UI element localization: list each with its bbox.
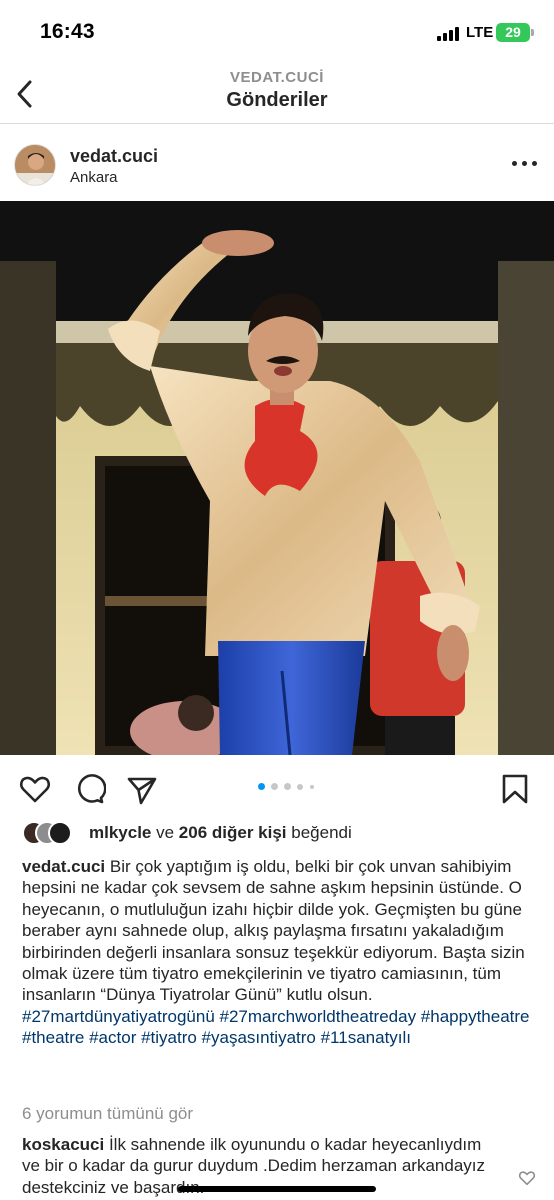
home-indicator <box>178 1186 376 1192</box>
likes-connector: ve <box>151 823 179 842</box>
post-header: vedat.cuci Ankara <box>0 132 554 198</box>
caption-text: Bir çok yaptığım iş oldu, belki bir çok … <box>22 857 525 1005</box>
post-caption: vedat.cuci Bir çok yaptığım iş oldu, bel… <box>22 856 542 1049</box>
comment-button[interactable] <box>72 772 107 806</box>
carousel-dot <box>271 783 278 790</box>
post-photo[interactable] <box>0 201 554 755</box>
carousel-dot <box>310 784 314 789</box>
bookmark-icon <box>502 774 528 804</box>
likes-suffix: beğendi <box>286 823 352 842</box>
heart-icon <box>19 776 51 803</box>
paper-plane-icon <box>127 777 157 805</box>
status-time: 16:43 <box>40 20 95 43</box>
post-image <box>0 201 554 755</box>
battery-level: 29 <box>505 24 521 40</box>
post-action-bar <box>0 764 554 814</box>
caption-hashtags[interactable]: #27martdünyatiyatrogünü #27marchworldthe… <box>22 1006 542 1049</box>
page-title: Gönderiler <box>226 89 328 111</box>
nav-header: VEDAT.CUCİ Gönderiler <box>0 62 554 124</box>
post-location[interactable]: Ankara <box>70 169 118 186</box>
view-all-comments-link[interactable]: 6 yorumun tümünü gör <box>22 1104 193 1124</box>
more-horizontal-icon <box>512 161 517 166</box>
avatar-image <box>15 145 55 185</box>
liker-username[interactable]: mlkycle <box>89 823 151 842</box>
signal-icon <box>437 27 461 41</box>
battery-cap <box>531 29 534 36</box>
nav-username: VEDAT.CUCİ <box>230 69 324 86</box>
comment-username[interactable]: koskacuci <box>22 1135 104 1154</box>
save-button[interactable] <box>498 772 532 806</box>
battery-icon: 29 <box>496 23 530 42</box>
carousel-indicator <box>258 782 328 792</box>
share-button[interactable] <box>125 772 159 806</box>
carousel-dot <box>297 783 303 790</box>
comment-icon <box>77 774 107 804</box>
avatar[interactable] <box>14 144 56 186</box>
carousel-dot <box>284 783 291 790</box>
network-type: LTE <box>466 24 494 41</box>
heart-icon <box>518 1171 536 1186</box>
status-bar: 16:43 LTE 29 <box>0 0 554 66</box>
post-username[interactable]: vedat.cuci <box>70 146 158 167</box>
likes-count[interactable]: 206 diğer kişi <box>179 823 287 842</box>
likes-row[interactable]: mlkycle ve 206 diğer kişi beğendi <box>22 820 542 848</box>
more-options-button[interactable] <box>512 159 538 169</box>
caption-username[interactable]: vedat.cuci <box>22 857 105 876</box>
avatar <box>48 821 72 845</box>
carousel-dot <box>258 783 265 790</box>
likes-text: mlkycle ve 206 diğer kişi beğendi <box>89 823 352 843</box>
like-button[interactable] <box>18 772 52 806</box>
comment-like-button[interactable] <box>518 1169 536 1187</box>
liker-avatars <box>22 821 86 845</box>
